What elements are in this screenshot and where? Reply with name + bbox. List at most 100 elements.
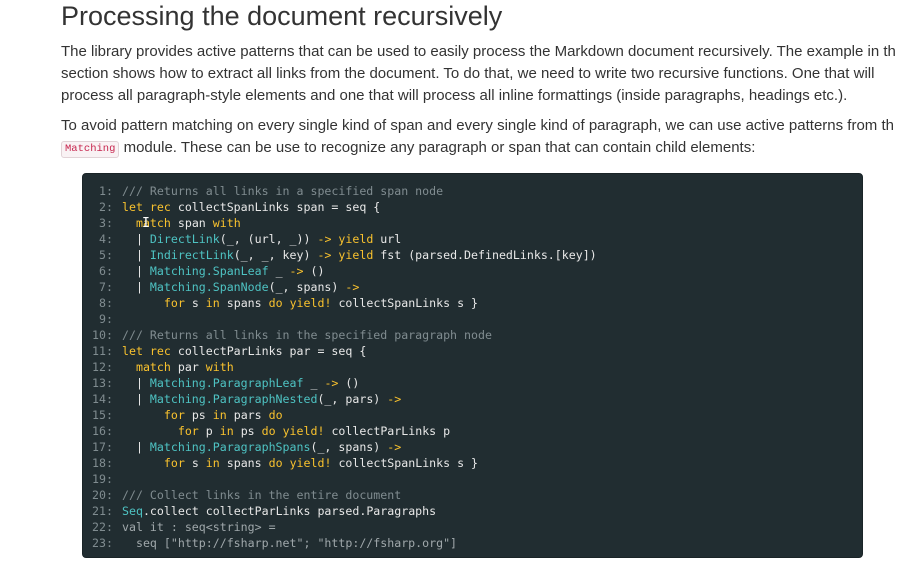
code-token: for [163,408,192,422]
code-token: /// Returns all links in the specified p… [122,328,492,342]
line-number: 16: [92,424,113,438]
code-token: in [205,456,227,470]
line-number: 17: [92,440,113,454]
code-token: with [205,360,234,374]
code-line: 6: | Matching.SpanLeaf _ -> () [83,263,862,279]
code-token: -> [345,280,360,294]
matching-module-code: Matching [61,141,120,158]
code-token: | [122,376,150,390]
code-token: Matching.ParagraphNested [149,392,318,406]
line-number: 12: [92,360,113,374]
code-token: s [191,456,206,470]
code-token: | [122,248,150,262]
code-block[interactable]: 1: /// Returns all links in a specified s… [82,173,863,558]
paragraph-line: To avoid pattern matching on every singl… [61,117,894,134]
line-number: 9: [99,312,113,326]
code-line: 11: let rec collectParLinks par = seq { [83,343,862,359]
code-token: in [219,424,241,438]
line-number: 14: [92,392,113,406]
code-token: ps [191,408,213,422]
line-number: 1: [99,184,113,198]
code-token: Matching.SpanNode [149,280,269,294]
code-line: 10: /// Returns all links in the specifie… [83,327,862,343]
line-number: 19: [92,472,113,486]
line-number: 8: [99,296,113,310]
line-number: 15: [92,408,113,422]
code-line: 12: match par with [83,359,862,375]
code-token: collectParLinks p [331,424,451,438]
code-token: Seq [122,504,143,518]
code-token: let rec [122,344,178,358]
line-number: 7: [99,280,113,294]
line-number: 22: [92,520,113,534]
line-number: 10: [92,328,113,342]
code-token: Matching.ParagraphSpans [149,440,311,454]
code-token: IndirectLink [149,248,234,262]
active-patterns-paragraph: To avoid pattern matching on every singl… [61,115,918,159]
code-token: collectSpanLinks span = seq { [177,200,381,214]
code-line: 13: | Matching.ParagraphLeaf _ -> () [83,375,862,391]
code-token: () [345,376,360,390]
code-line: 14: | Matching.ParagraphNested(_, pars) … [83,391,862,407]
code-token: | [122,280,150,294]
code-line: 21: Seq.collect collectParLinks parsed.Pa… [83,503,862,519]
code-token: /// Returns all links in a specified spa… [122,184,444,198]
code-token: _ [303,376,325,390]
code-token: seq ["http://fsharp.net"; "http://fsharp… [122,536,458,550]
line-number: 6: [99,264,113,278]
code-line: 8: for s in spans do yield! collectSpanL… [83,295,862,311]
code-token: | [122,392,150,406]
code-token: (_, pars) [317,392,388,406]
line-number: 4: [99,232,113,246]
code-token: in [212,408,234,422]
code-token: Matching.SpanLeaf [149,264,269,278]
code-token: with [212,216,241,230]
intro-paragraph: The library provides active patterns tha… [61,41,918,107]
code-token: (_, spans) [268,280,346,294]
code-token: do yield! [268,296,339,310]
line-number: 21: [92,504,113,518]
line-number: 20: [92,488,113,502]
code-token: for [163,296,192,310]
code-token: fst (parsed.DefinedLinks.[key]) [380,248,597,262]
text-cursor-icon: I [142,216,150,231]
code-line: 9: [83,311,862,327]
code-token: do [268,408,283,422]
line-number: 23: [92,536,113,550]
code-token: collectParLinks par = seq { [177,344,367,358]
page-title: Processing the document recursively [61,1,503,31]
code-token: | [122,232,150,246]
code-token: collectSpanLinks s } [338,296,479,310]
code-token: -> yield [317,232,381,246]
paragraph-line: Matching module. These can be use to rec… [61,137,918,159]
code-line: 2: let rec collectSpanLinks span = seq { [83,199,862,215]
code-line: 22: val it : seq<string> = [83,519,862,535]
paragraph-text: module. These can be use to recognize an… [119,139,756,156]
code-token: val it : seq<string> = [122,520,276,534]
code-token: span [177,216,213,230]
code-token: -> [387,392,402,406]
code-token: Matching.ParagraphLeaf [149,376,304,390]
code-line: 23: seq ["http://fsharp.net"; "http://fs… [83,535,862,551]
code-line: 20: /// Collect links in the entire docum… [83,487,862,503]
code-token: (_, (url, _)) [219,232,318,246]
code-token: .collect collectParLinks parsed.Paragrap… [142,504,437,518]
code-token: for [177,424,206,438]
code-token: -> yield [317,248,381,262]
code-token: do yield! [268,456,339,470]
code-token: DirectLink [149,232,220,246]
code-token: -> [324,376,346,390]
code-token: spans [226,296,269,310]
code-token: do yield! [261,424,332,438]
code-line: 15: for ps in pars do [83,407,862,423]
code-token: pars [233,408,269,422]
code-token: par [177,360,206,374]
code-line: 16: for p in ps do yield! collectParLink… [83,423,862,439]
code-token: for [163,456,192,470]
code-token: collectSpanLinks s } [338,456,479,470]
